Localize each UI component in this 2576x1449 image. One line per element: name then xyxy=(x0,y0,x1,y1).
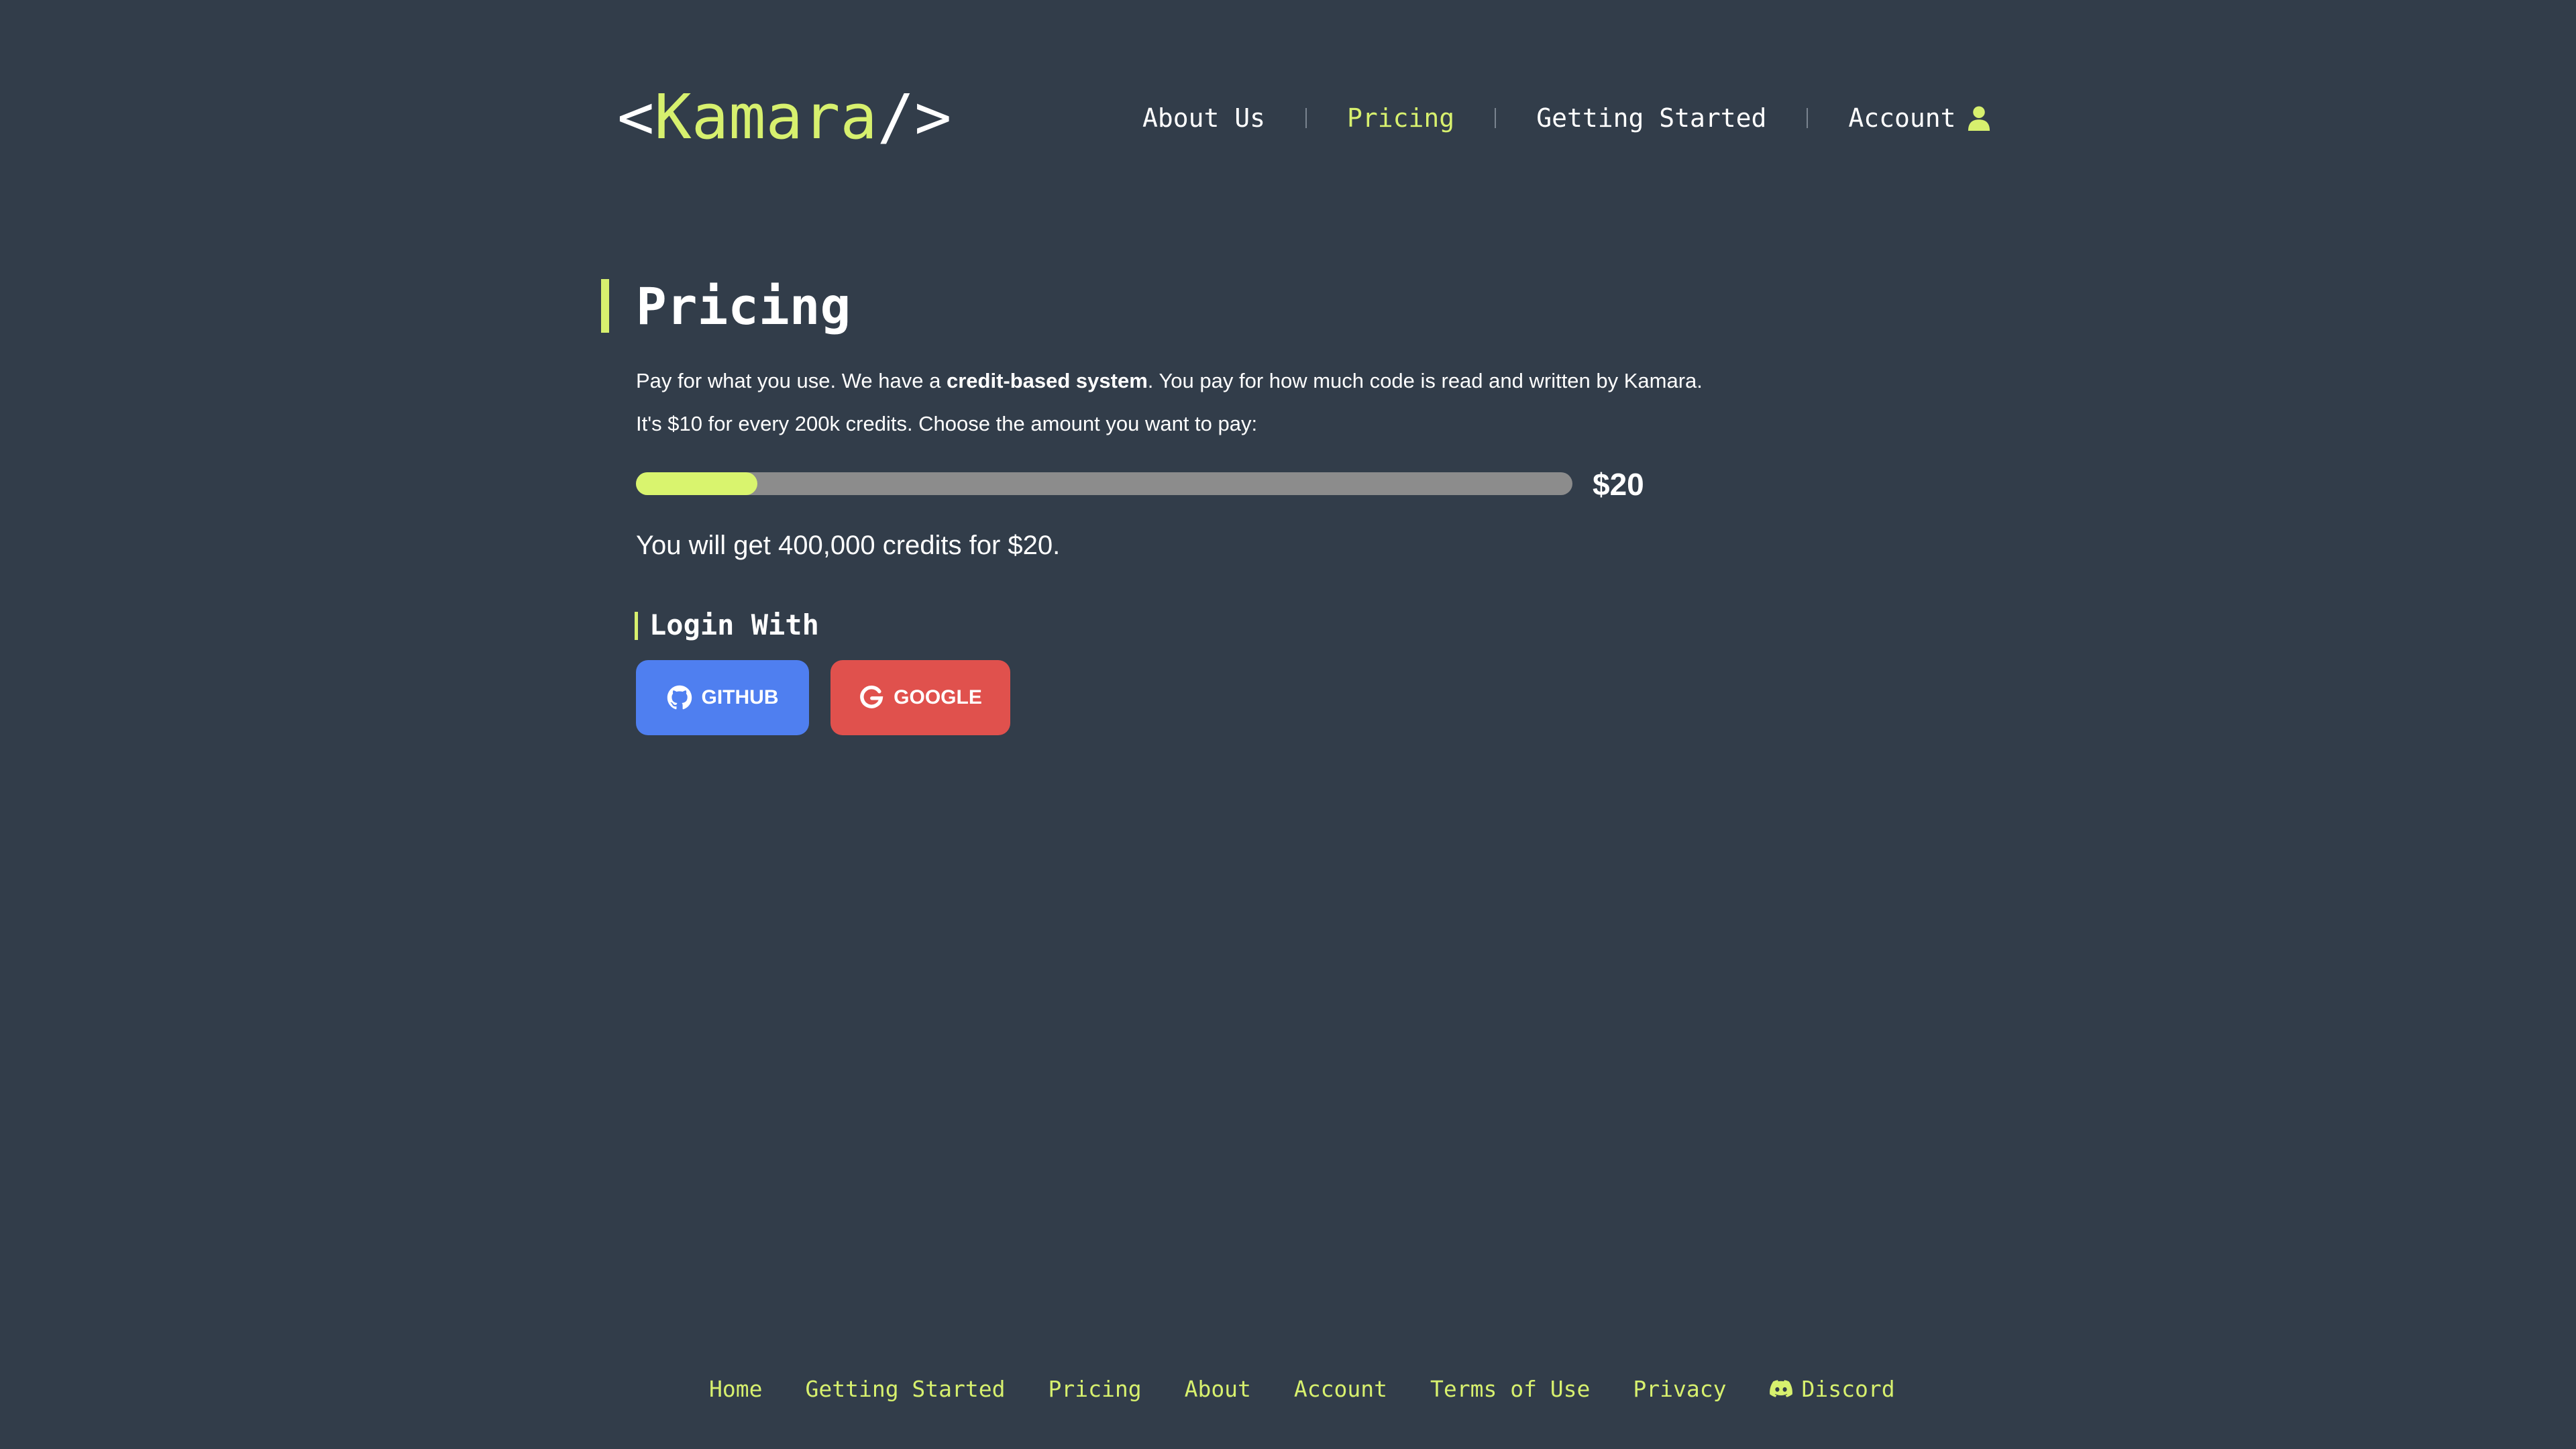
nav-separator xyxy=(1807,108,1809,128)
nav-item-pricing[interactable]: Pricing xyxy=(1347,103,1454,133)
pricing-description-line1: Pay for what you use. We have a credit-b… xyxy=(636,368,1703,394)
nav-separator xyxy=(1305,108,1307,128)
user-icon xyxy=(1968,106,1990,131)
slider-value-label: $20 xyxy=(1593,467,1644,502)
github-login-label: GITHUB xyxy=(701,686,779,708)
logo-name: Kamara xyxy=(654,81,877,153)
credits-summary: You will get 400,000 credits for $20. xyxy=(636,531,1061,560)
discord-icon xyxy=(1769,1380,1792,1397)
main-nav: About Us Pricing Getting Started Account xyxy=(1142,97,1991,140)
description-suffix: . You pay for how much code is read and … xyxy=(1147,369,1703,392)
footer-link-account[interactable]: Account xyxy=(1294,1376,1387,1402)
logo[interactable]: <Kamara/> xyxy=(617,80,952,154)
nav-item-account-label: Account xyxy=(1848,103,1956,133)
logo-close-bracket: /> xyxy=(877,81,952,153)
github-icon xyxy=(667,685,692,710)
footer-link-terms[interactable]: Terms of Use xyxy=(1430,1376,1590,1402)
nav-item-about-us[interactable]: About Us xyxy=(1142,103,1265,133)
logo-open-bracket: < xyxy=(617,81,655,153)
description-prefix: Pay for what you use. We have a xyxy=(636,369,947,392)
nav-item-account[interactable]: Account xyxy=(1848,103,1990,133)
footer-link-getting-started[interactable]: Getting Started xyxy=(805,1376,1005,1402)
google-login-button[interactable]: GOOGLE xyxy=(830,660,1010,735)
login-accent-bar xyxy=(635,612,638,640)
page-title: Pricing xyxy=(636,276,851,336)
nav-item-getting-started[interactable]: Getting Started xyxy=(1536,103,1766,133)
footer-link-privacy[interactable]: Privacy xyxy=(1633,1376,1726,1402)
google-login-label: GOOGLE xyxy=(894,686,982,708)
login-title: Login With xyxy=(649,608,819,641)
description-bold: credit-based system xyxy=(946,369,1148,392)
amount-slider[interactable] xyxy=(636,472,1572,495)
google-icon xyxy=(860,686,883,708)
pricing-description-line2: It's $10 for every 200k credits. Choose … xyxy=(636,412,1258,435)
github-login-button[interactable]: GITHUB xyxy=(636,660,809,735)
slider-fill xyxy=(636,472,758,495)
footer-link-discord[interactable]: Discord xyxy=(1769,1375,1895,1402)
title-accent-bar xyxy=(601,279,609,333)
footer-nav: Home Getting Started Pricing About Accou… xyxy=(709,1374,1895,1403)
footer-link-pricing[interactable]: Pricing xyxy=(1049,1376,1142,1402)
nav-separator xyxy=(1495,108,1497,128)
footer-link-home[interactable]: Home xyxy=(709,1376,762,1402)
footer-link-about[interactable]: About xyxy=(1185,1376,1251,1402)
footer-link-discord-label: Discord xyxy=(1801,1375,1895,1402)
